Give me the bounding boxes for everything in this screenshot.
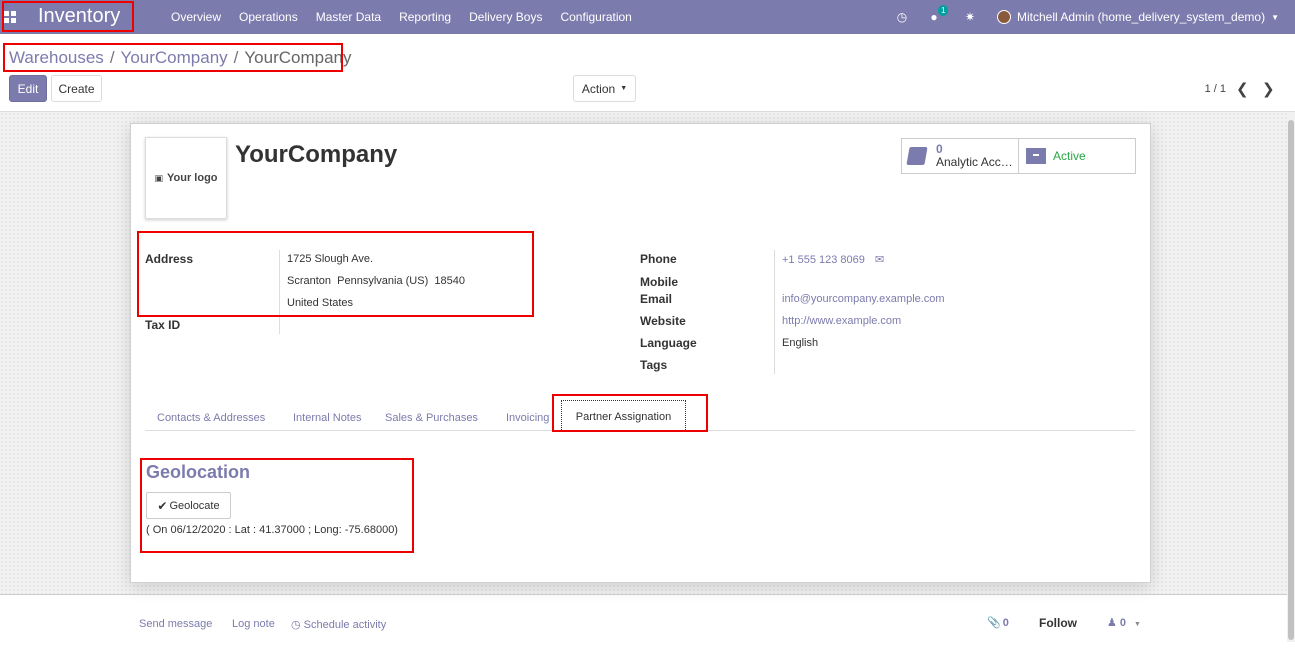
pager-next-icon[interactable]: ❯ [1262,80,1275,98]
email-label: Email [640,292,673,306]
pager-value[interactable]: 1 / 1 [1205,83,1226,95]
analytic-accounts-stat-button[interactable]: 0 Analytic Acc… [901,138,1019,174]
activity-clock-icon[interactable]: ◷ [895,10,909,24]
followers-button[interactable]: ♟ 0 ▼ [1107,616,1141,629]
analytic-accounts-label: Analytic Acc… [936,155,1013,169]
chat-bubble-icon[interactable]: ● 1 [927,5,949,24]
tags-label: Tags [640,358,668,372]
active-status-label: Active [1053,149,1086,163]
menu-reporting[interactable]: Reporting [399,10,451,24]
scrollbar-thumb[interactable] [1288,120,1294,640]
menu-configuration[interactable]: Configuration [560,10,631,24]
clock-icon: ◷ [291,619,301,631]
menu-delivery-boys[interactable]: Delivery Boys [469,10,542,24]
archive-icon [1026,148,1046,164]
menu-master-data[interactable]: Master Data [316,10,381,24]
action-dropdown[interactable]: Action ▼ [573,75,636,102]
attachments-button[interactable]: 📎 0 [987,616,1009,629]
annotation-box-brand [2,1,134,32]
send-message-link[interactable]: Send message [139,618,212,630]
caret-down-icon: ▼ [620,85,628,92]
menu-operations[interactable]: Operations [239,10,298,24]
tax-id-label: Tax ID [145,318,181,332]
user-icon: ♟ [1107,617,1117,629]
tab-sales-purchases[interactable]: Sales & Purchases [385,412,478,424]
follow-button[interactable]: Follow [1039,616,1077,630]
create-button[interactable]: Create [51,75,102,102]
chatter-divider [0,594,1287,595]
mobile-label: Mobile [640,275,678,289]
menu-overview[interactable]: Overview [171,10,221,24]
caret-down-icon: ▼ [1134,621,1141,628]
action-label: Action [581,81,616,96]
logo-placeholder-text: Your logo [167,172,218,184]
annotation-box-geolocation [140,458,414,553]
company-logo[interactable]: ▣ Your logo [145,137,227,219]
book-icon [906,147,928,165]
analytic-accounts-stat: 0 Analytic Acc… [936,143,1013,169]
tab-contacts-addresses[interactable]: Contacts & Addresses [157,412,265,424]
edit-button[interactable]: Edit [9,75,47,102]
systray: ◷ ● 1 ✷ Mitchell Admin (home_delivery_sys… [895,0,1295,34]
language-label: Language [640,336,697,350]
debug-bug-icon[interactable]: ✷ [963,10,977,24]
user-caret-icon[interactable]: ▼ [1271,13,1279,22]
schedule-activity-label: Schedule activity [303,619,387,631]
user-avatar[interactable] [996,10,1011,24]
field-divider [774,250,775,374]
company-name: YourCompany [235,141,398,168]
envelope-icon[interactable]: ✉ [875,253,884,266]
top-navbar: Inventory Overview Operations Master Dat… [0,0,1295,34]
phone-value[interactable]: +1 555 123 8069 [782,254,865,266]
user-menu[interactable]: Mitchell Admin (home_delivery_system_dem… [1017,10,1265,24]
email-value[interactable]: info@yourcompany.example.com [782,293,945,305]
log-note-link[interactable]: Log note [232,618,275,630]
main-menu: Overview Operations Master Data Reportin… [162,0,641,34]
chat-count-badge: 1 [937,5,949,16]
website-label: Website [640,314,686,328]
annotation-box-breadcrumb [3,43,343,72]
pager-prev-icon[interactable]: ❮ [1236,80,1249,98]
annotation-box-address [137,231,534,317]
annotation-box-tab [552,394,708,432]
language-value: English [782,337,819,349]
camera-icon: ▣ [154,172,163,183]
schedule-activity-link[interactable]: ◷ Schedule activity [291,618,386,631]
tab-internal-notes[interactable]: Internal Notes [293,412,361,424]
paperclip-icon: 📎 [987,617,1001,629]
phone-label: Phone [640,252,677,266]
attachments-count: 0 [1002,617,1009,629]
active-toggle-button[interactable]: Active [1018,138,1136,174]
tab-invoicing[interactable]: Invoicing [506,412,549,424]
followers-count: 0 [1119,617,1126,629]
website-value[interactable]: http://www.example.com [782,315,901,327]
